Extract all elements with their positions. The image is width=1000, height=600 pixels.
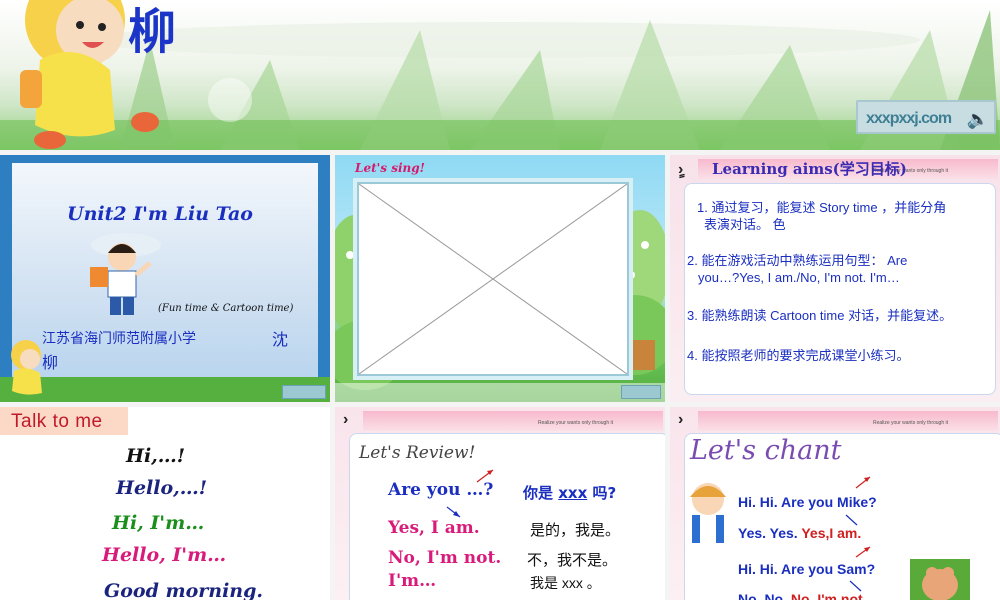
aim-item-3: 3. 能熟练朗读 Cartoon time 对话，并能复述。	[687, 307, 952, 324]
answer-no-en: No, I'm not.	[388, 548, 502, 568]
aim-item-4: 4. 能按照老师的要求完成课堂小练习。	[687, 347, 909, 364]
aim-item-1-line1: 1. 通过复习，能复述 Story time ，并能分角	[697, 200, 947, 215]
video-placeholder	[359, 184, 627, 374]
aims-title: Learning aims(学习目标)	[712, 160, 907, 178]
aim-item-1-line2: 表演对话。 色	[704, 217, 786, 232]
slide-thumbnail-sing[interactable]: Let's sing!	[335, 155, 665, 402]
teacher-name-part1: 沈	[272, 332, 289, 349]
logo-text: xxxpxxj.com	[866, 110, 952, 127]
mascot-icon	[11, 340, 42, 395]
talk-line-1: Hi,…!	[126, 445, 186, 467]
aim-item-3-line1: 3. 能熟练朗读 Cartoon time 对话，并能复述。	[687, 308, 953, 323]
aim-item-2: 2. 能在游戏活动中熟练运用句型： Are you…?Yes, I am./No…	[687, 252, 907, 286]
answer-no-cn: 不，我不是。	[527, 552, 618, 569]
sing-label: Let's sing!	[355, 161, 425, 175]
chant-line-3: Hi. Hi. Are you Sam?	[738, 561, 876, 577]
chant-line-1: Hi. Hi. Are you Mike?	[738, 494, 877, 510]
header-banner: 柳 xxxpxxj.com 🔈	[0, 0, 1000, 150]
aims-content-box: 1. 通过复习，能复述 Story time ，并能分角 表演对话。 色 2. …	[684, 183, 996, 395]
talk-line-4: Hello, I'm…	[102, 544, 227, 566]
aim-item-1: 1. 通过复习，能复述 Story time ，并能分角 表演对话。 色	[697, 199, 946, 233]
boy-illustration	[90, 233, 161, 315]
chant-line-4: No. No. No, I'm not.	[738, 591, 867, 600]
slide-logo	[282, 385, 326, 399]
site-logo[interactable]: xxxpxxj.com 🔈	[856, 100, 996, 134]
talk-heading: Talk to me	[11, 411, 103, 432]
sam-illustration	[910, 559, 970, 600]
slide-thumbnail-title[interactable]: Unit2 I'm Liu Tao (Fun time & Cartoon ti…	[0, 155, 330, 402]
speaker-icon[interactable]: 🔈	[967, 102, 989, 136]
slide-thumbnail-aims[interactable]: Realize your wants only through it ٍ› Le…	[670, 155, 1000, 402]
chant-line-4-b: No, I'm not.	[790, 591, 867, 600]
school-name: 江苏省海门师范附属小学	[42, 330, 196, 346]
question-cn-blank: xxx	[558, 484, 588, 502]
question-en: Are you …?	[388, 480, 493, 500]
banner-title: 柳	[128, 4, 177, 60]
unit-title: Unit2 I'm Liu Tao	[67, 203, 253, 225]
question-cn: 你是 xxx 吗?	[523, 482, 616, 503]
question-en-suffix: …?	[466, 480, 494, 500]
corner-icon: ٍ›	[678, 161, 684, 178]
talk-line-3: Hi, I'm…	[112, 512, 205, 534]
question-cn-suffix: 吗?	[592, 484, 617, 502]
slide-thumbnail-chant[interactable]: Realize your wants only through it › Let…	[670, 407, 1000, 600]
aim-item-4-line1: 4. 能按照老师的要求完成课堂小练习。	[687, 348, 910, 363]
slide-thumbnail-review[interactable]: Realize your wants only through it › Let…	[335, 407, 665, 600]
chant-line-2-a: Yes. Yes.	[738, 525, 798, 541]
answer-im-en: I'm…	[388, 571, 437, 591]
pointer-arrows	[446, 469, 494, 518]
video-frame[interactable]	[357, 182, 629, 376]
chant-line-2-b: Yes,I am.	[801, 525, 862, 541]
slide-thumbnail-talk[interactable]: Talk to me Hi,…! Hello,…! Hi, I'm… Hello…	[0, 407, 330, 600]
answer-im-cn: 我是 xxx 。	[530, 575, 601, 591]
answer-yes-en: Yes, I am.	[388, 518, 480, 538]
slide-logo	[621, 385, 661, 399]
chant-line-4-a: No. No.	[738, 591, 787, 600]
unit-subtitle: (Fun time & Cartoon time)	[158, 303, 294, 314]
aim-item-2-line2: you…?Yes, I am./No, I'm not. I'm…	[698, 270, 900, 285]
chant-line-2: Yes. Yes. Yes,I am.	[738, 525, 861, 541]
question-en-prefix: Are you	[388, 480, 461, 500]
talk-line-5: Good morning.	[104, 580, 264, 600]
talk-line-2: Hello,…!	[116, 477, 208, 499]
question-cn-prefix: 你是	[523, 484, 554, 502]
answer-yes-cn: 是的，我是。	[530, 522, 621, 539]
aim-item-2-line1: 2. 能在游戏活动中熟练运用句型： Are	[687, 253, 908, 268]
